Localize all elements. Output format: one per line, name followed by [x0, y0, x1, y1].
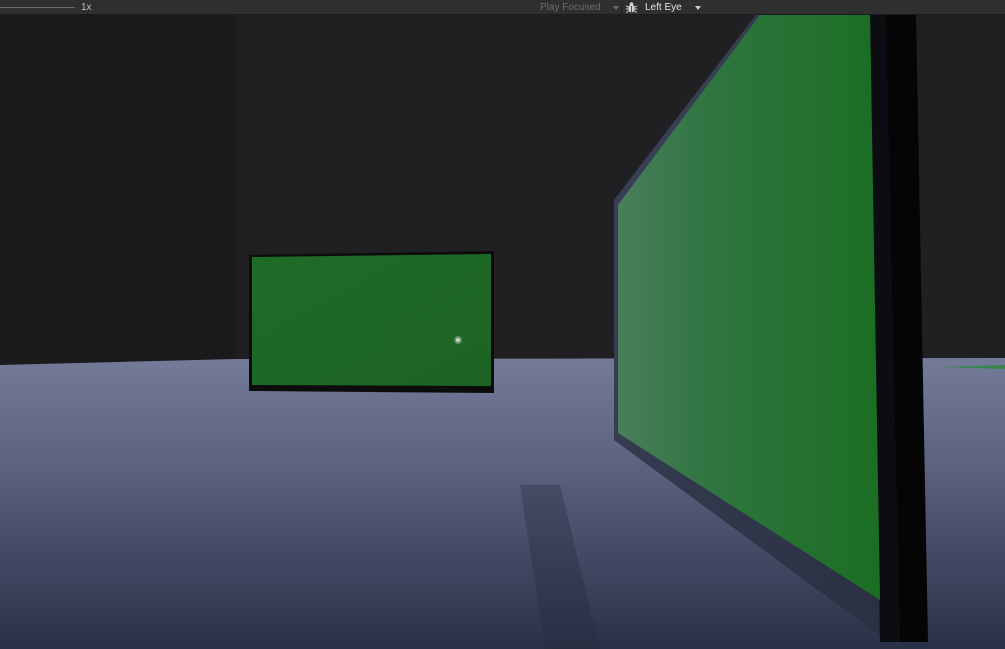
scale-value-label: 1x	[81, 2, 92, 13]
bug-icon[interactable]	[625, 1, 638, 14]
caret-down-icon	[695, 6, 701, 10]
stereo-eye-dropdown[interactable]: Left Eye	[641, 0, 704, 15]
play-mode-label: Play Focused	[540, 2, 601, 13]
toolbar-separator	[621, 2, 622, 13]
gaze-cursor-center	[456, 338, 460, 342]
left-wall	[0, 15, 236, 375]
scene-render	[0, 15, 1005, 649]
small-green-panel	[252, 254, 491, 386]
scale-slider[interactable]	[0, 7, 75, 8]
play-mode-dropdown[interactable]: Play Focused	[532, 0, 622, 15]
caret-down-icon	[613, 6, 619, 10]
game-viewport[interactable]	[0, 15, 1005, 649]
stereo-eye-label: Left Eye	[645, 2, 682, 13]
game-view-toolbar: 1x Play Focused Left Eye	[0, 0, 1005, 15]
